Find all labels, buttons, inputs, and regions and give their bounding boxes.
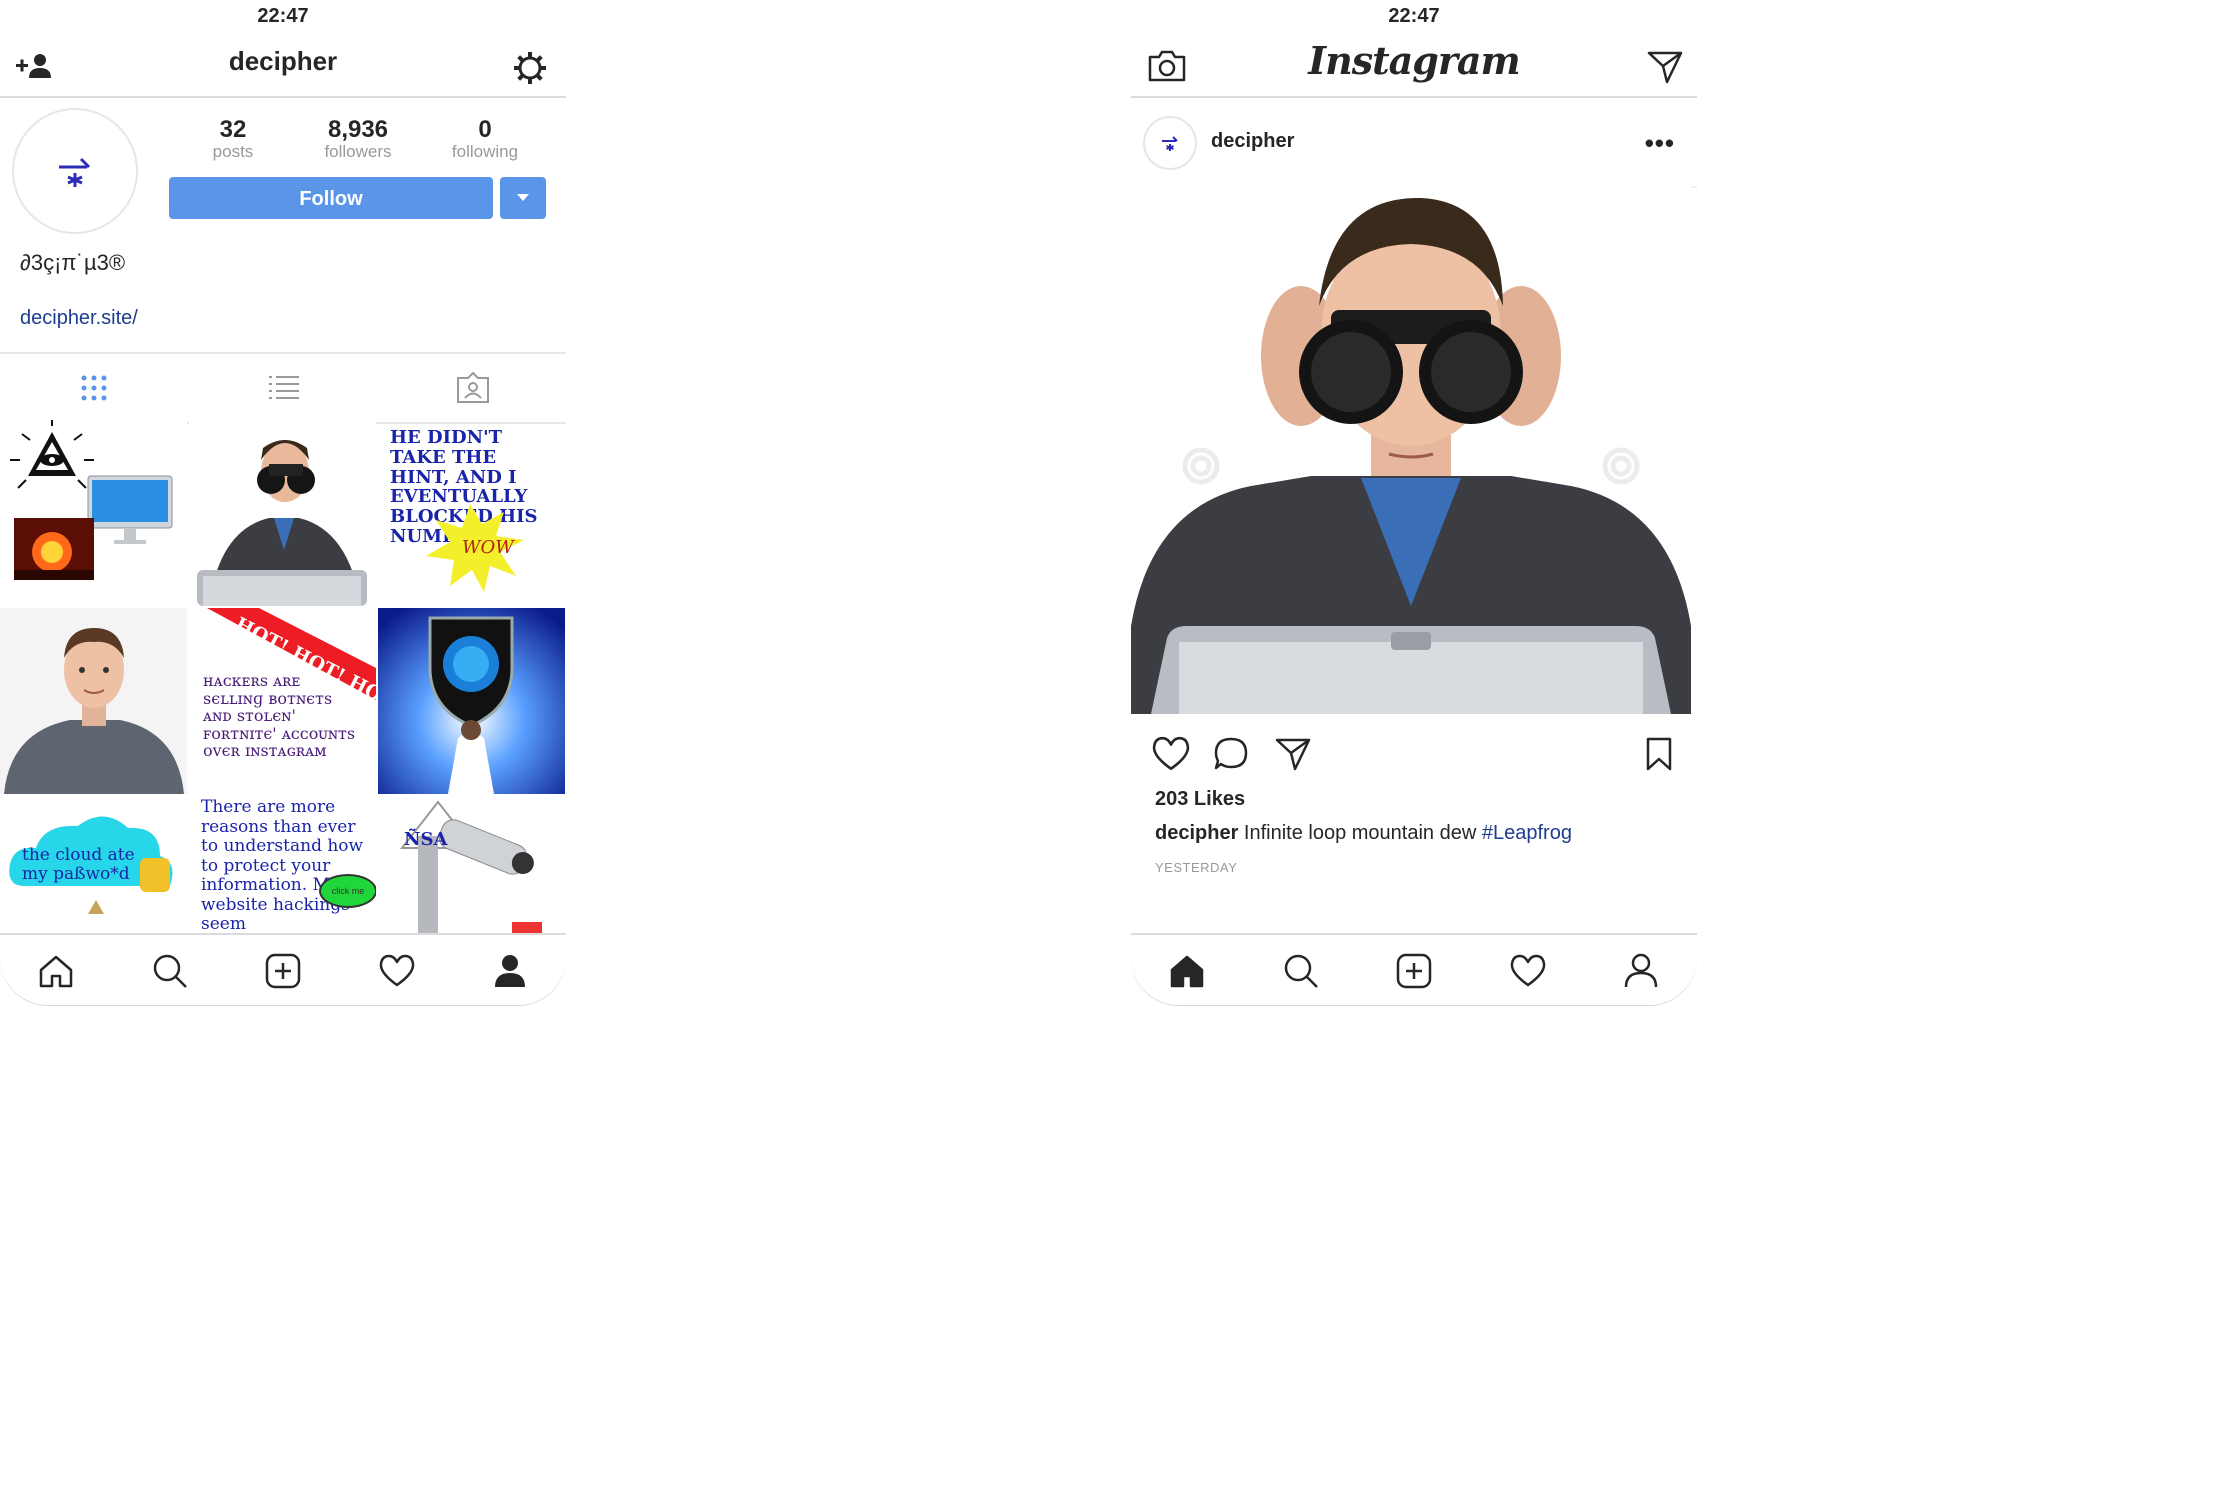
explosion-image <box>14 518 94 580</box>
follow-button[interactable]: Follow <box>169 177 493 219</box>
likes-count[interactable]: 203 Likes <box>1155 788 1245 811</box>
caption-hashtag[interactable]: #Leapfrog <box>1482 822 1572 844</box>
grid-icon[interactable] <box>76 372 112 404</box>
search-icon[interactable] <box>1279 949 1323 993</box>
profile-tabs <box>0 352 566 424</box>
profile-website-link[interactable]: decipher.site/ <box>20 307 138 330</box>
tile-9-text: ÑSA <box>404 829 448 850</box>
bottom-nav-right <box>1131 933 1697 1005</box>
post-screen: 22:47 Instagram decipher ••• 203 Likes d… <box>1131 0 1697 1005</box>
grid-tile-5[interactable]: HOT! HOT! HO ʜᴀᴄᴋᴇʀѕ ᴀʀᴇ ѕєʟʟɪɴɡ ʙᴏᴛɴєᴛѕ… <box>189 608 376 794</box>
suggestions-dropdown-button[interactable] <box>500 177 546 219</box>
tile-8-text: There are more reasons than ever to unde… <box>201 797 364 935</box>
feed-header: Instagram <box>1131 36 1697 98</box>
caption-text: Infinite loop mountain dew <box>1243 822 1477 844</box>
like-icon[interactable] <box>1149 732 1193 776</box>
grid-tile-3[interactable]: HE DIDN'T TAKE THE HINT, AND I EVENTUALL… <box>378 420 565 606</box>
grid-tile-4[interactable] <box>0 608 187 794</box>
post-image[interactable] <box>1131 186 1691 714</box>
tile-8-badge: click me <box>319 874 376 908</box>
tile-7-text: the cloud ate my paßwo*d <box>22 845 135 884</box>
profile-username-title: decipher <box>228 46 338 76</box>
grid-tile-9[interactable]: ÑSA <box>378 796 565 938</box>
grid-tile-2[interactable] <box>189 420 376 606</box>
heart-icon[interactable] <box>375 949 419 993</box>
profile-screen: 22:47 decipher 32 posts 8,936 followers … <box>0 0 566 1005</box>
status-time: 22:47 <box>257 5 309 27</box>
home-icon[interactable] <box>34 949 78 993</box>
grid-tile-8[interactable]: There are more reasons than ever to unde… <box>189 796 376 938</box>
post-avatar[interactable] <box>1143 116 1197 170</box>
grid-tile-1[interactable] <box>0 420 187 606</box>
bottom-nav <box>0 933 566 1005</box>
caption-username[interactable]: decipher <box>1155 822 1238 844</box>
home-icon[interactable] <box>1165 949 1209 993</box>
add-icon[interactable] <box>261 949 305 993</box>
profile-header: decipher <box>0 36 566 98</box>
stat-posts[interactable]: 32 posts <box>178 116 288 162</box>
post-header: decipher ••• <box>1131 98 1697 188</box>
post-username[interactable]: decipher <box>1211 130 1294 153</box>
avatar[interactable] <box>12 108 138 234</box>
stat-followers[interactable]: 8,936 followers <box>303 116 413 162</box>
profile-display-name: ∂3ç¡π˙µ3® <box>20 250 126 275</box>
list-icon[interactable] <box>266 372 302 404</box>
tagged-icon[interactable] <box>455 372 491 404</box>
stat-following[interactable]: 0 following <box>430 116 540 162</box>
profile-icon[interactable] <box>1619 949 1663 993</box>
bookmark-icon[interactable] <box>1637 732 1681 776</box>
share-icon[interactable] <box>1271 732 1315 776</box>
add-icon[interactable] <box>1392 949 1436 993</box>
more-options-icon[interactable]: ••• <box>1645 128 1675 159</box>
direct-message-icon[interactable] <box>1645 48 1685 86</box>
gear-icon[interactable] <box>510 48 550 88</box>
post-grid: HE DIDN'T TAKE THE HINT, AND I EVENTUALL… <box>0 420 566 938</box>
grid-tile-6[interactable] <box>378 608 565 794</box>
search-icon[interactable] <box>148 949 192 993</box>
post-caption: decipher Infinite loop mountain dew #Lea… <box>1155 822 1572 845</box>
tile-3-badge: WOW <box>462 537 514 558</box>
profile-icon[interactable] <box>488 949 532 993</box>
post-timestamp: YESTERDAY <box>1155 860 1238 875</box>
tile-5-text: ʜᴀᴄᴋᴇʀѕ ᴀʀᴇ ѕєʟʟɪɴɡ ʙᴏᴛɴєᴛѕ ᴀɴᴅ ѕᴛᴏʟєɴ' … <box>203 671 356 761</box>
status-time-right: 22:47 <box>1388 5 1440 27</box>
comment-icon[interactable] <box>1209 732 1253 776</box>
instagram-logo: Instagram <box>1308 38 1520 83</box>
grid-tile-7[interactable]: the cloud ate my paßwo*d <box>0 796 187 938</box>
chevron-down-icon <box>517 194 529 201</box>
heart-icon[interactable] <box>1506 949 1550 993</box>
